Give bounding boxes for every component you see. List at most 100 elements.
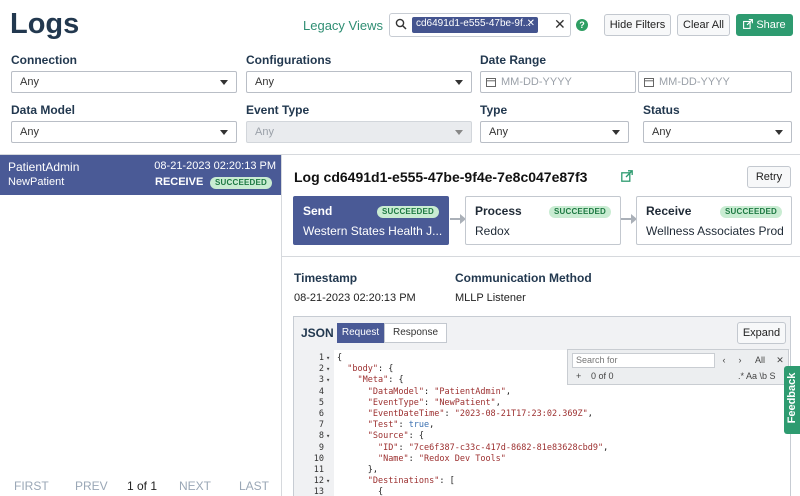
json-panel: JSON Request Response Expand 1 ▾{2 ▾ "body…: [293, 316, 791, 496]
line-number: 4: [318, 386, 324, 397]
start-date-input[interactable]: MM-DD-YYYY: [480, 71, 636, 93]
tab-request[interactable]: Request: [337, 323, 384, 343]
line-number: 10: [313, 453, 324, 464]
type-select[interactable]: Any: [480, 121, 629, 143]
line-number: 6: [318, 409, 324, 419]
retry-button[interactable]: Retry: [747, 166, 791, 188]
search-chip-label: cd6491d1-e555-47be-9f...: [416, 18, 532, 29]
line-number: 1: [318, 353, 324, 363]
date-range-label: Date Range: [480, 53, 547, 67]
step-name: Send: [303, 204, 333, 218]
fold-toggle-icon[interactable]: ▾: [326, 477, 330, 485]
share-icon: [743, 19, 754, 29]
clear-search-icon[interactable]: ✕: [554, 16, 566, 33]
find-prev-icon[interactable]: ‹: [717, 353, 731, 368]
status-select[interactable]: Any: [643, 121, 792, 143]
code-line: },: [337, 465, 378, 475]
end-date-input[interactable]: MM-DD-YYYY: [638, 71, 792, 93]
find-next-icon[interactable]: ›: [733, 353, 747, 368]
code-line: "Test": true,: [367, 420, 435, 431]
tab-response[interactable]: Response: [384, 323, 447, 343]
event-type-label: Event Type: [246, 103, 310, 117]
step-target: Western States Health J...: [303, 224, 443, 238]
line-number: 13: [313, 487, 324, 496]
hide-filters-button[interactable]: Hide Filters: [604, 14, 671, 36]
chevron-down-icon: [612, 130, 620, 135]
external-link-icon[interactable]: [621, 170, 633, 185]
code-line: "Name": "Redox Dev Tools": [377, 453, 506, 464]
line-number: 11: [313, 465, 324, 475]
connection-value: Any: [20, 76, 39, 88]
search-filter-chip[interactable]: cd6491d1-e555-47be-9f... ✕: [412, 17, 538, 33]
code-line: "ID": "7ce6f387-c33c-417d-8682-81e83628c…: [377, 442, 609, 453]
connection-select[interactable]: Any: [11, 71, 237, 93]
status-value: Any: [652, 126, 671, 138]
log-direction: RECEIVE: [155, 176, 204, 188]
legacy-views-link[interactable]: Legacy Views: [303, 18, 383, 33]
find-widget: Search for ‹ › All ✕ + 0 of 0 .* Aa \b S: [567, 349, 789, 385]
data-model-value: Any: [20, 126, 39, 138]
connection-label: Connection: [11, 53, 77, 67]
end-date-placeholder: MM-DD-YYYY: [659, 76, 730, 88]
replace-toggle-icon[interactable]: +: [576, 371, 581, 381]
json-label: JSON: [301, 326, 334, 340]
share-button[interactable]: Share: [736, 14, 793, 36]
fold-toggle-icon[interactable]: ▾: [326, 376, 330, 384]
step-receive[interactable]: Receive SUCCEEDED Wellness Associates Pr…: [636, 196, 792, 245]
data-model-select[interactable]: Any: [11, 121, 237, 143]
configurations-value: Any: [255, 76, 274, 88]
pager-last[interactable]: LAST: [239, 479, 269, 493]
step-name: Receive: [646, 204, 692, 218]
event-type-value: Any: [255, 126, 274, 138]
page-title: Logs: [10, 8, 80, 40]
status-badge: SUCCEEDED: [376, 206, 439, 218]
expand-button[interactable]: Expand: [737, 322, 786, 344]
timestamp-value: 08-21-2023 02:20:13 PM: [294, 292, 416, 304]
line-number: 3: [318, 375, 324, 386]
find-count: 0 of 0: [591, 371, 614, 381]
help-icon[interactable]: ?: [576, 19, 588, 31]
step-target: Redox: [475, 224, 510, 238]
configurations-select[interactable]: Any: [246, 71, 472, 93]
status-badge: SUCCEEDED: [719, 206, 782, 218]
arrow-right-icon: [450, 214, 466, 224]
log-event-type: NewPatient: [8, 176, 65, 188]
step-name: Process: [475, 204, 522, 218]
status-label: Status: [643, 103, 680, 117]
code-line: "Source": {: [367, 431, 425, 442]
chevron-down-icon: [455, 130, 463, 135]
log-list-item[interactable]: PatientAdmin NewPatient 08-21-2023 02:20…: [0, 155, 281, 195]
chevron-down-icon: [220, 80, 228, 85]
pager-next[interactable]: NEXT: [179, 479, 211, 493]
step-send[interactable]: Send SUCCEEDED Western States Health J..…: [293, 196, 449, 245]
search-icon: [395, 18, 407, 33]
fold-toggle-icon[interactable]: ▾: [326, 365, 330, 373]
find-input[interactable]: Search for: [572, 353, 715, 368]
line-number: 7: [318, 420, 324, 431]
feedback-tab[interactable]: Feedback: [784, 366, 800, 434]
pager-first[interactable]: FIRST: [14, 479, 49, 493]
chevron-down-icon: [455, 80, 463, 85]
find-options[interactable]: .* Aa \b S: [738, 371, 776, 381]
fold-toggle-icon[interactable]: ▾: [326, 354, 330, 362]
code-line: "EventType": "NewPatient",: [367, 397, 501, 408]
start-date-placeholder: MM-DD-YYYY: [501, 76, 572, 88]
pager-prev[interactable]: PREV: [75, 479, 108, 493]
log-search-box[interactable]: cd6491d1-e555-47be-9f... ✕ ✕: [389, 13, 571, 37]
fold-toggle-icon[interactable]: ▾: [326, 432, 330, 440]
code-line: "Destinations": [: [367, 476, 455, 487]
clear-all-button[interactable]: Clear All: [677, 14, 730, 36]
find-all-button[interactable]: All: [749, 353, 771, 368]
log-list-pane: PatientAdmin NewPatient 08-21-2023 02:20…: [0, 155, 282, 496]
chip-remove-icon[interactable]: ✕: [527, 18, 535, 29]
chevron-down-icon: [220, 130, 228, 135]
step-process[interactable]: Process SUCCEEDED Redox: [465, 196, 621, 245]
line-number: 2: [318, 364, 324, 375]
status-badge: SUCCEEDED: [210, 177, 273, 189]
log-detail-title: Log cd6491d1-e555-47be-9f4e-7e8c047e87f3: [294, 169, 588, 185]
communication-method-value: MLLP Listener: [455, 292, 526, 304]
share-label: Share: [756, 19, 786, 31]
code-line: "DataModel": "PatientAdmin",: [367, 386, 512, 397]
status-badge: SUCCEEDED: [548, 206, 611, 218]
log-data-model: PatientAdmin: [8, 160, 80, 174]
